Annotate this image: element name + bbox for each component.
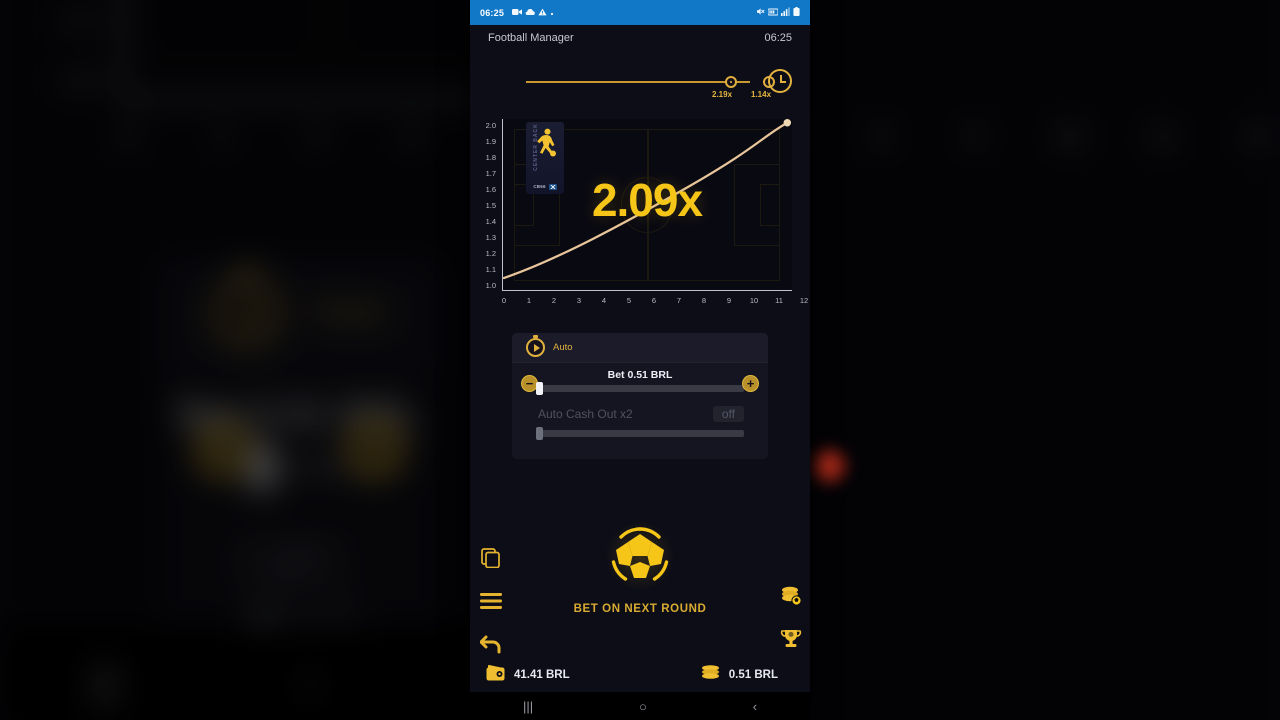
mute-icon [756, 7, 765, 18]
trophy-icon[interactable] [780, 629, 802, 654]
status-bar-time: 06:25 [480, 7, 505, 18]
player-figure-icon [535, 128, 557, 167]
y-tick: 1.3 [485, 233, 496, 242]
x-tick: 3 [576, 296, 582, 305]
back-button[interactable]: ‹ [753, 699, 757, 714]
auto-cashout-label: Auto Cash Out x2 [538, 407, 633, 421]
y-tick: 1.9 [485, 137, 496, 146]
home-button[interactable]: ○ [639, 699, 647, 714]
bet-balance[interactable]: 0.51 BRL [701, 665, 778, 684]
bet-increase-button[interactable]: + [742, 375, 759, 392]
cloud-icon [525, 8, 535, 18]
auto-cashout-slider-knob[interactable] [536, 427, 543, 440]
warning-icon [538, 8, 547, 18]
y-tick: 1.7 [485, 169, 496, 178]
soccer-ball-icon [604, 520, 676, 592]
x-tick: 12 [799, 296, 809, 305]
wallet-amount: 41.41 BRL [514, 668, 570, 681]
android-nav-bar: ||| ○ ‹ [470, 692, 810, 720]
scotland-flag-icon [548, 183, 557, 190]
android-status-bar: 06:25 [470, 0, 810, 25]
x-tick: 7 [676, 296, 682, 305]
y-tick: 1.6 [485, 185, 496, 194]
x-tick: 1 [526, 296, 532, 305]
y-tick: 1.8 [485, 153, 496, 162]
status-bar-right [756, 7, 800, 18]
player-id-label: CB66 [533, 184, 546, 189]
stopwatch-icon [526, 335, 545, 357]
x-tick: 9 [726, 296, 732, 305]
recents-button[interactable]: ||| [523, 699, 533, 714]
x-tick: 0 [501, 296, 507, 305]
bet-panel: Auto − Bet 0.51 BRL + Auto Cash Out x2 o… [512, 333, 768, 459]
signal-icon [781, 7, 790, 18]
bet-amount-row: − Bet 0.51 BRL + [512, 369, 768, 403]
main-bet-button-label: BET ON NEXT ROUND [573, 603, 707, 615]
auto-cashout-row: Auto Cash Out x2 off [512, 406, 768, 445]
undo-icon[interactable] [479, 634, 502, 659]
x-tick: 6 [651, 296, 657, 305]
page-title: Football Manager [488, 32, 574, 44]
y-tick: 2.0 [485, 121, 496, 130]
video-recording-icon [512, 8, 523, 18]
y-tick: 1.0 [485, 281, 496, 290]
main-bet-button[interactable]: BET ON NEXT ROUND [470, 520, 810, 615]
multiplier-history: 2.19x 1.14x [488, 65, 792, 113]
x-tick: 11 [775, 296, 783, 305]
x-tick: 5 [626, 296, 632, 305]
y-tick: 1.5 [485, 201, 496, 210]
x-tick: 10 [749, 296, 759, 305]
x-tick: 4 [601, 296, 607, 305]
wallet-icon [486, 664, 505, 684]
multiplier-chart: 2.0 1.9 1.8 1.7 1.6 1.5 1.4 1.3 1.2 1.1 … [480, 117, 808, 307]
history-label-1: 1.14x [751, 90, 772, 99]
chart-x-axis [502, 290, 792, 291]
coins-icon [701, 665, 720, 684]
x-tick: 8 [701, 296, 707, 305]
bet-amount-slider[interactable] [536, 382, 744, 395]
screen: 06:25 [0, 0, 1280, 720]
bet-slider-knob[interactable] [536, 382, 543, 395]
app-clock: 06:25 [764, 32, 792, 44]
player-card[interactable]: CENTER BACK CB66 [526, 122, 564, 194]
player-card-footer: CB66 [526, 182, 564, 191]
phone-screen: 06:25 [470, 0, 810, 720]
y-tick: 1.2 [485, 249, 496, 258]
y-tick: 1.4 [485, 217, 496, 226]
auto-cashout-slider[interactable] [536, 427, 744, 440]
history-line [526, 81, 750, 83]
auto-bet-toggle[interactable]: Auto [512, 333, 768, 363]
bet-amount: 0.51 BRL [728, 668, 778, 681]
status-bar-left: 06:25 [480, 8, 756, 18]
auto-cashout-state-badge[interactable]: off [712, 406, 744, 422]
history-label-0: 2.19x [712, 90, 733, 99]
battery-icon [793, 7, 800, 18]
bet-panel-body: − Bet 0.51 BRL + Auto Cash Out x2 off [512, 363, 768, 459]
auto-label: Auto [553, 342, 573, 353]
dot-icon [550, 8, 554, 18]
balance-row: 41.41 BRL 0.51 BRL [470, 664, 810, 693]
clock-history-icon[interactable] [768, 69, 792, 93]
bet-amount-label: Bet 0.51 BRL [607, 369, 673, 381]
backdrop-red-glow [806, 443, 852, 489]
history-dot[interactable] [725, 76, 737, 88]
y-tick: 1.1 [485, 265, 496, 274]
app-title-bar: Football Manager 06:25 [470, 25, 810, 51]
x-tick: 2 [551, 296, 557, 305]
wifi-icon [767, 7, 779, 18]
chart-plot-area: 2.09x CENTER BACK CB66 [502, 119, 792, 291]
wallet-balance[interactable]: 41.41 BRL [486, 664, 570, 684]
chart-y-axis [502, 119, 503, 291]
bottom-action-area: BET ON NEXT ROUND 41.41 BRL 0.51 BRL [470, 510, 810, 690]
